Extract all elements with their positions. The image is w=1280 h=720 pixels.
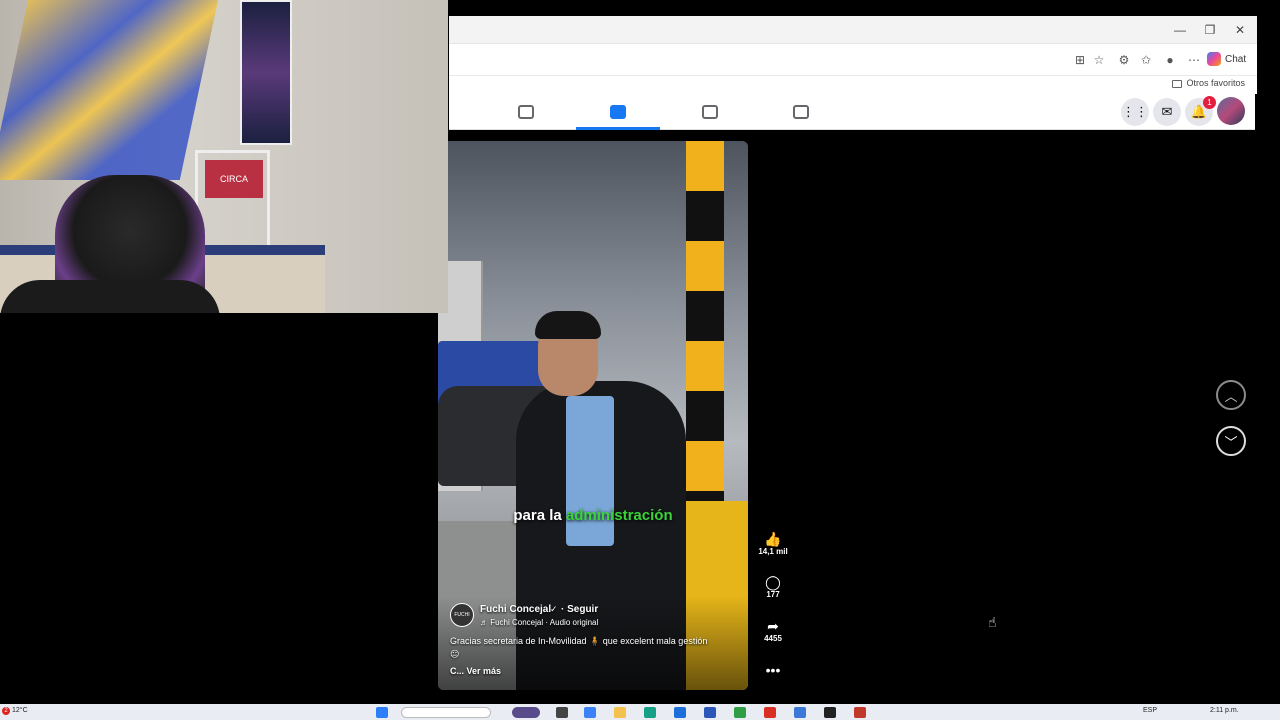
screen: — ❐ ✕ ⊞ ☆ ⚙ ✩ ● ⋯ Chat Otros favoritos ⋮… <box>0 0 1280 720</box>
edge-icon[interactable] <box>644 707 656 718</box>
file-explorer-icon[interactable] <box>614 707 626 718</box>
comment-button[interactable]: ◯ 177 <box>758 574 788 599</box>
other-favorites-folder[interactable]: Otros favoritos <box>1172 78 1245 88</box>
description-emoji: 😐 <box>450 649 460 659</box>
reel-info: FUCHI Fuchi Concejal ✓ · Seguir ♬ Fuchi … <box>438 596 748 690</box>
more-button[interactable]: ••• <box>758 662 788 678</box>
messenger-button[interactable]: ✉ <box>1153 98 1181 126</box>
follow-button[interactable]: · Seguir <box>561 604 598 615</box>
webcam-poster <box>240 0 292 145</box>
temperature: 12°C <box>12 707 28 714</box>
tab-home[interactable] <box>484 94 568 130</box>
store-icon[interactable] <box>674 707 686 718</box>
folder-icon <box>1172 79 1183 88</box>
share-button[interactable]: ➦ 4455 <box>758 618 788 643</box>
active-tab-indicator <box>576 127 660 130</box>
webcam-overlay: CIRCA <box>0 0 448 313</box>
more-icon: ••• <box>765 662 781 678</box>
share-count: 4455 <box>764 634 782 643</box>
browser-toolbar: ⊞ ☆ ⚙ ✩ ● ⋯ Chat <box>449 44 1257 76</box>
favorite-star-icon[interactable]: ☆ <box>1090 51 1108 69</box>
reel-description: Gracias secretaria de In-Movilidad 🧍 que… <box>450 636 708 646</box>
task-view-icon[interactable] <box>556 707 568 718</box>
webcam-red-box: CIRCA <box>205 160 263 198</box>
app-icon-4[interactable] <box>824 707 836 718</box>
favorites-icon[interactable]: ✩ <box>1137 51 1155 69</box>
favorites-bar: Otros favoritos <box>449 76 1257 94</box>
like-count: 14,1 mil <box>758 547 788 556</box>
app-available-icon[interactable]: ⊞ <box>1071 51 1089 69</box>
like-button[interactable]: 👍 14,1 mil <box>758 531 788 556</box>
audio-label[interactable]: ♬ Fuchi Concejal · Audio original <box>480 618 598 627</box>
app-icon-3[interactable] <box>794 707 806 718</box>
more-options-icon[interactable]: ⋯ <box>1185 51 1203 69</box>
tab-marketplace[interactable] <box>668 94 752 130</box>
author-avatar[interactable]: FUCHI <box>450 603 474 627</box>
like-icon: 👍 <box>764 531 782 547</box>
video-caption: para la administración <box>438 507 748 524</box>
app-icon-1[interactable] <box>704 707 716 718</box>
home-icon <box>518 105 534 119</box>
tab-video[interactable] <box>576 94 660 130</box>
caption-highlight: administración <box>565 507 673 524</box>
previous-reel-button[interactable]: ︿ <box>1216 380 1246 410</box>
account-avatar[interactable] <box>1217 97 1245 125</box>
copilot-icon <box>1207 52 1221 67</box>
chevron-up-icon: ︿ <box>1224 388 1238 404</box>
app-icon-5[interactable] <box>854 707 866 718</box>
webcam-person-shoulders <box>0 280 220 313</box>
reel-video[interactable]: para la administración FUCHI Fuchi Conce… <box>438 141 748 690</box>
comment-icon: ◯ <box>765 574 781 590</box>
minimize-button[interactable]: — <box>1169 20 1191 40</box>
verified-icon: ✓ <box>550 604 558 614</box>
comment-count: 177 <box>766 590 780 599</box>
gaming-icon <box>793 105 809 119</box>
close-button[interactable]: ✕ <box>1229 20 1251 40</box>
video-person-hair <box>535 311 601 339</box>
notification-badge: 1 <box>1203 96 1216 109</box>
hand-cursor-icon: ☝ <box>988 614 997 630</box>
start-icon[interactable] <box>376 707 388 718</box>
gmail-icon[interactable] <box>764 707 776 718</box>
widget-icon[interactable] <box>512 707 540 718</box>
language-indicator[interactable]: ESP <box>1143 707 1157 714</box>
share-icon: ➦ <box>767 618 779 634</box>
weather-widget[interactable]: 2 12°C <box>2 707 28 715</box>
copilot-chat-button[interactable]: Chat <box>1207 50 1246 70</box>
see-more-link[interactable]: C... Ver más <box>450 666 501 676</box>
windows-taskbar: 2 12°C ESP 2:11 p.m. <box>0 704 1280 720</box>
extensions-icon[interactable]: ⚙ <box>1115 51 1133 69</box>
next-reel-button[interactable]: ﹀ <box>1216 426 1246 456</box>
video-icon <box>610 105 626 119</box>
tab-gaming[interactable] <box>759 94 843 130</box>
profile-icon[interactable]: ● <box>1161 51 1179 69</box>
caption-text: para la <box>513 507 562 524</box>
chevron-down-icon: ﹀ <box>1224 434 1238 450</box>
copilot-taskbar-icon[interactable] <box>584 707 596 718</box>
chat-label: Chat <box>1225 54 1247 65</box>
grid-menu-icon: ⋮⋮ <box>1122 104 1148 119</box>
search-box[interactable] <box>401 707 491 718</box>
messenger-icon: ✉ <box>1161 104 1173 119</box>
title-bar: — ❐ ✕ <box>449 16 1257 44</box>
other-favorites-label: Otros favoritos <box>1186 78 1245 88</box>
weather-badge: 2 <box>2 707 10 715</box>
app-icon-2[interactable] <box>734 707 746 718</box>
clock[interactable]: 2:11 p.m. <box>1210 707 1239 714</box>
menu-button[interactable]: ⋮⋮ <box>1121 98 1149 126</box>
maximize-button[interactable]: ❐ <box>1199 20 1221 40</box>
author-name[interactable]: Fuchi Concejal <box>480 604 551 615</box>
facebook-nav-bar: ⋮⋮ ✉ 🔔 1 <box>449 94 1255 130</box>
marketplace-icon <box>702 105 718 119</box>
